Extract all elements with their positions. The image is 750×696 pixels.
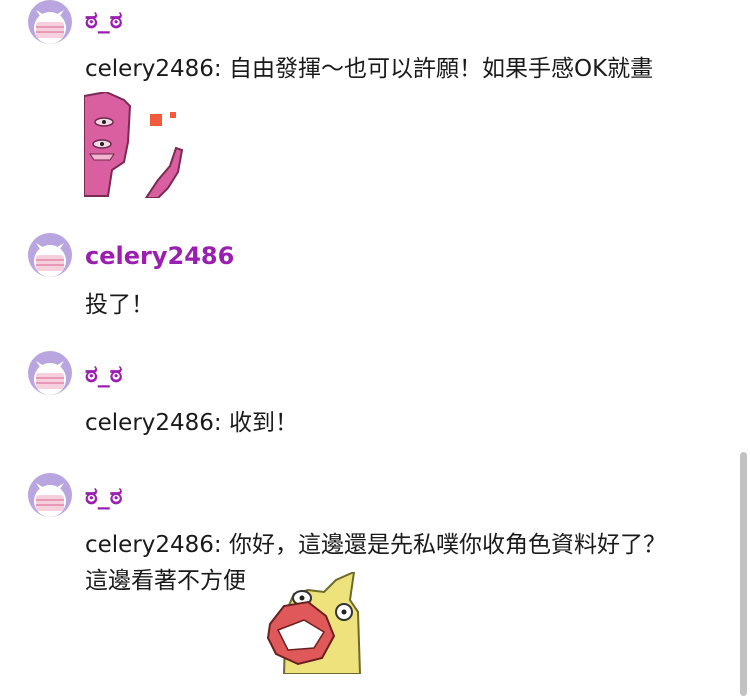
message-text: 這邊看著不方便 [85, 568, 246, 594]
masked-face-avatar-icon [28, 0, 72, 44]
masked-face-avatar-icon [28, 473, 72, 517]
pink-blob-sticker [83, 90, 184, 202]
message-text: 投了！ [85, 292, 154, 318]
author-name[interactable]: ಠ_ಠ [85, 484, 122, 508]
author-name[interactable]: ಠ_ಠ [85, 8, 122, 32]
message-text: celery2486: 你好，這邊還是先私噗你收角色資料好了？ [85, 532, 666, 558]
avatar[interactable] [28, 351, 72, 395]
scrollbar-thumb[interactable] [740, 452, 747, 696]
avatar[interactable] [28, 473, 72, 517]
author-name[interactable]: celery2486 [85, 244, 234, 268]
avatar[interactable] [28, 233, 72, 277]
avatar[interactable] [28, 0, 72, 44]
masked-face-avatar-icon [28, 351, 72, 395]
masked-face-avatar-icon [28, 233, 72, 277]
message-text: celery2486: 自由發揮～也可以許願！如果手感OK就畫 [85, 56, 654, 82]
yellow-laughing-sticker [264, 570, 364, 678]
message-text: celery2486: 收到！ [85, 410, 298, 436]
author-name[interactable]: ಠ_ಠ [85, 362, 122, 386]
